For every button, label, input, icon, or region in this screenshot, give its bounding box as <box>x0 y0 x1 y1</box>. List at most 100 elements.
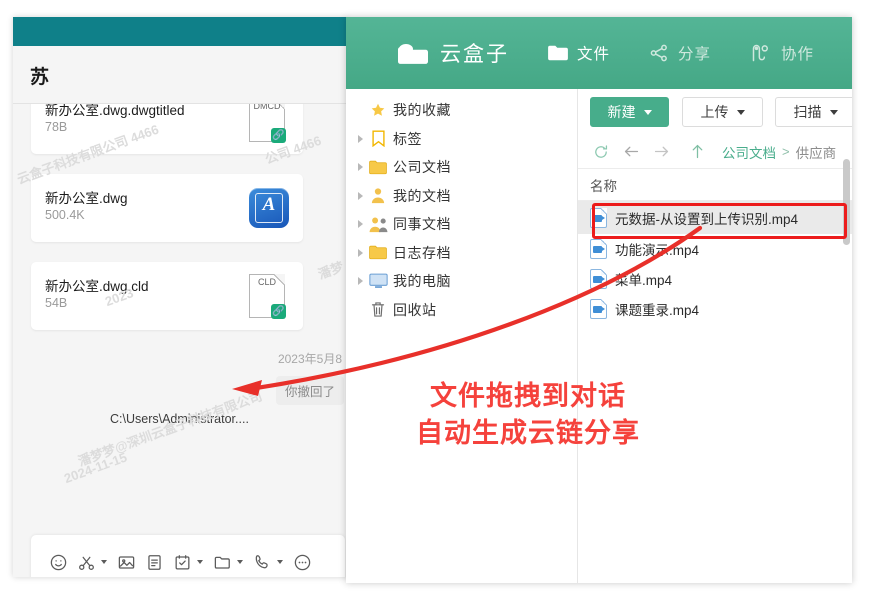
tool-phone[interactable] <box>249 549 287 575</box>
file-row-name: 元数据-从设置到上传识别.mp4 <box>615 211 799 227</box>
video-file-icon <box>590 239 607 259</box>
tool-screenshot[interactable] <box>73 549 111 575</box>
sidebar-item-colleague-docs[interactable]: 同事文档 <box>346 210 577 239</box>
breadcrumb-root[interactable]: 公司文档 <box>722 142 776 162</box>
chevron-right-icon[interactable] <box>354 134 367 143</box>
file-size: 78B <box>45 120 68 134</box>
emoji-icon[interactable] <box>45 549 71 575</box>
sidebar-item-label: 回收站 <box>393 301 437 318</box>
annotation-line-2: 自动生成云链分享 <box>416 418 640 448</box>
folder-yellow-icon <box>367 160 389 175</box>
chevron-down-icon[interactable] <box>237 560 243 564</box>
chevron-right-icon[interactable] <box>354 248 367 257</box>
folder-yellow-icon <box>367 245 389 260</box>
chat-titlebar <box>13 17 348 46</box>
file-row[interactable]: 菜单.mp4 <box>578 264 852 294</box>
doc-icon-label: CLD <box>257 277 276 287</box>
nav-item-collaborate[interactable]: 协作 <box>749 42 814 64</box>
document-icon[interactable] <box>141 549 167 575</box>
folder-icon[interactable] <box>209 549 235 575</box>
file-name: 新办公室.dwg.dwgtitled <box>45 104 185 118</box>
video-file-icon <box>590 299 607 319</box>
chevron-right-icon[interactable] <box>354 220 367 229</box>
phone-icon[interactable] <box>249 549 275 575</box>
cloud-toolbar: 新建 上传 扫描 <box>578 89 852 135</box>
sidebar-item-company-docs[interactable]: 公司文档 <box>346 153 577 182</box>
cloud-main: 新建 上传 扫描 公司文档 > 供应商 名称 元数据-从设置到上传识别.mp4 … <box>578 89 852 583</box>
file-row[interactable]: 元数据-从设置到上传识别.mp4 <box>578 201 852 234</box>
tool-folder[interactable] <box>209 549 247 575</box>
file-list-scroll-thumb[interactable] <box>843 159 850 245</box>
video-file-icon <box>590 269 607 289</box>
collaborate-icon <box>752 44 769 62</box>
cloud-folder-icon <box>398 44 428 64</box>
nav-label: 协作 <box>781 46 815 63</box>
chevron-down-icon[interactable] <box>197 560 203 564</box>
arrow-up-icon[interactable] <box>682 143 712 160</box>
chevron-down-icon <box>736 109 745 115</box>
sidebar-item-label: 我的文档 <box>393 187 451 204</box>
tool-more[interactable] <box>289 549 315 575</box>
sidebar-item-label: 我的收藏 <box>393 102 451 119</box>
user-icon <box>367 187 389 204</box>
file-row[interactable]: 课题重录.mp4 <box>578 294 852 324</box>
new-button-label: 新建 <box>607 104 636 120</box>
image-icon[interactable] <box>113 549 139 575</box>
sidebar-item-my-computer[interactable]: 我的电脑 <box>346 267 577 296</box>
cad-icon-label: A <box>262 194 276 215</box>
arrow-left-icon[interactable] <box>616 144 646 159</box>
chevron-right-icon[interactable] <box>354 163 367 172</box>
chevron-down-icon[interactable] <box>101 560 107 564</box>
tool-image[interactable] <box>113 549 139 575</box>
nav-item-share[interactable]: 分享 <box>648 42 711 64</box>
tool-document[interactable] <box>141 549 167 575</box>
scan-button[interactable]: 扫描 <box>775 97 852 127</box>
scissors-icon[interactable] <box>73 549 99 575</box>
sidebar-item-log-archive[interactable]: 日志存档 <box>346 239 577 268</box>
tool-emoji[interactable] <box>45 549 71 575</box>
checklist-icon[interactable] <box>169 549 195 575</box>
annotation-line-1: 文件拖拽到对话 <box>430 381 626 411</box>
chat-file-card[interactable]: 新办公室.dwg.dwgtitled 78B DMCD 🔗 <box>31 104 303 154</box>
link-badge-icon: 🔗 <box>271 304 286 319</box>
chevron-down-icon <box>643 109 652 115</box>
document-cld-icon: CLD 🔗 <box>249 274 289 319</box>
chat-input-box[interactable] <box>31 535 345 577</box>
chevron-right-icon[interactable] <box>354 277 367 286</box>
upload-button[interactable]: 上传 <box>682 97 763 127</box>
annotation-text: 文件拖拽到对话 自动生成云链分享 <box>383 378 673 452</box>
sidebar-item-favorites[interactable]: 我的收藏 <box>346 96 577 125</box>
monitor-icon <box>367 273 389 289</box>
upload-button-label: 上传 <box>700 104 729 120</box>
nav-label: 文件 <box>577 46 611 63</box>
column-header-row: 名称 <box>578 169 852 201</box>
nav-label: 分享 <box>678 46 712 63</box>
document-dmcd-icon: DMCD 🔗 <box>249 104 289 143</box>
screenshot-root: 苏 新办公室.dwg.dwgtitled 78B DMCD 🔗 新办公室.dwg… <box>0 0 870 594</box>
breadcrumb-separator: > <box>782 144 790 159</box>
file-row-name: 功能演示.mp4 <box>615 243 700 258</box>
message-timestamp: 2023年5月8 <box>277 352 342 366</box>
sidebar-item-label: 日志存档 <box>393 244 451 261</box>
sidebar-item-tags[interactable]: 标签 <box>346 125 577 154</box>
chat-file-card[interactable]: 新办公室.dwg.cld 54B CLD 🔗 <box>31 262 303 330</box>
sidebar-item-my-docs[interactable]: 我的文档 <box>346 182 577 211</box>
more-icon[interactable] <box>289 549 315 575</box>
chevron-right-icon[interactable] <box>354 191 367 200</box>
chat-file-card[interactable]: 新办公室.dwg 500.4K A <box>31 174 303 242</box>
column-header-name: 名称 <box>590 178 617 194</box>
chat-toolbar <box>31 535 345 577</box>
file-row[interactable]: 功能演示.mp4 <box>578 234 852 264</box>
refresh-icon[interactable] <box>586 144 616 160</box>
new-button[interactable]: 新建 <box>590 97 669 127</box>
sidebar-item-recycle-bin[interactable]: 回收站 <box>346 296 577 325</box>
doc-icon-label: DMCD <box>253 104 281 111</box>
breadcrumb-current: 供应商 <box>795 145 837 161</box>
tool-checklist[interactable] <box>169 549 207 575</box>
nav-item-files[interactable]: 文件 <box>547 42 610 64</box>
arrow-right-icon[interactable] <box>646 144 676 159</box>
chevron-down-icon[interactable] <box>277 560 283 564</box>
chat-message-list[interactable]: 新办公室.dwg.dwgtitled 78B DMCD 🔗 新办公室.dwg 5… <box>13 104 348 529</box>
cloud-disk-window: 云盒子 文件 分享 协作 我的收藏 标签 公司文档 我的文档 同事文档 日志存档… <box>346 17 852 583</box>
sidebar-item-label: 同事文档 <box>393 216 451 233</box>
